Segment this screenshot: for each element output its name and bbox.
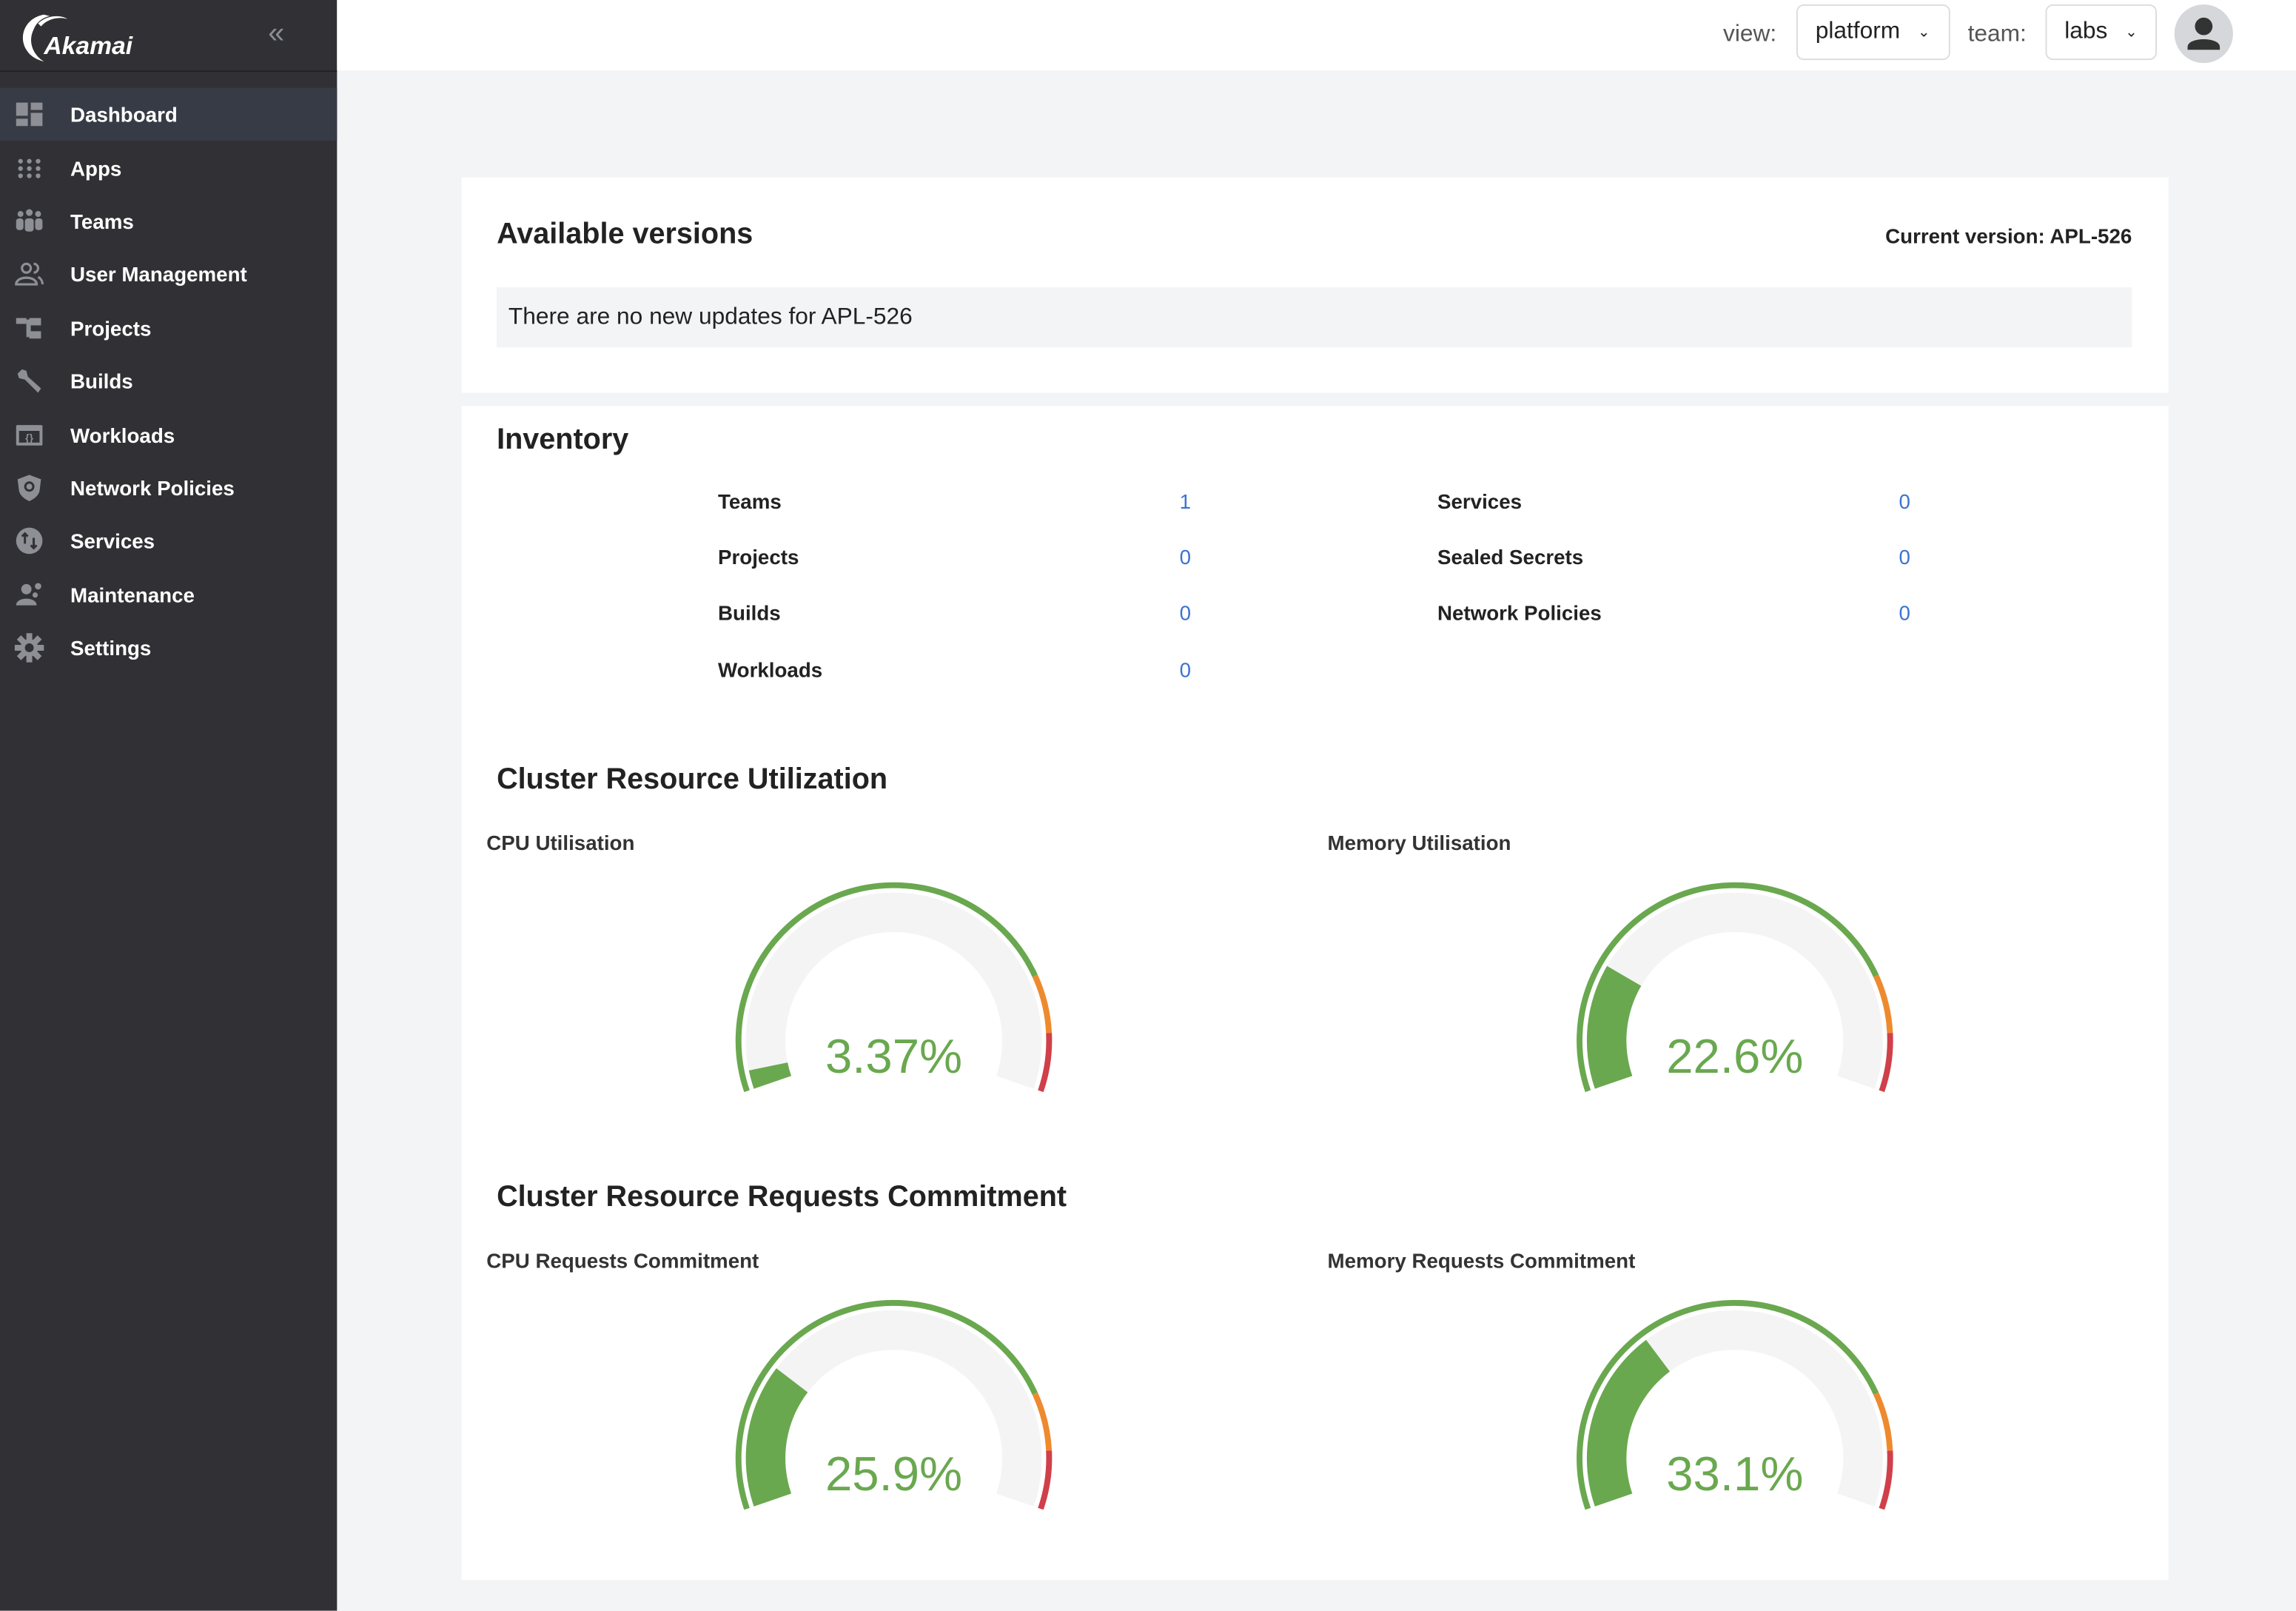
sidebar-item-label: Builds [70, 369, 133, 393]
services-icon [16, 528, 43, 555]
sidebar-item-label: User Management [70, 263, 247, 287]
maintenance-icon [16, 582, 41, 605]
inventory-count-link[interactable]: 0 [1899, 601, 1910, 625]
inventory-count-link[interactable]: 0 [1899, 489, 1910, 513]
wrench-icon [17, 369, 41, 393]
utilization-title: Cluster Resource Utilization [497, 763, 888, 796]
inventory-label: Workloads [718, 657, 823, 682]
sidebar: Akamai « Dashboard Apps Teams User Manageme… [0, 0, 338, 1611]
teams-icon [16, 209, 43, 232]
inventory-title: Inventory [497, 423, 629, 456]
current-version: Current version: APL-526 [1885, 224, 2132, 248]
inventory-card: Inventory Cluster Resource Utilization C… [461, 406, 2169, 1581]
inventory-label: Teams [718, 489, 782, 513]
gauge-threshold-red [1879, 1450, 1893, 1510]
sidebar-item-network-policies[interactable]: Network Policies [0, 461, 337, 515]
sidebar-item-label: Maintenance [70, 583, 195, 606]
inventory-label: Projects [718, 545, 799, 569]
commitment-title: Cluster Resource Requests Commitment [497, 1181, 1067, 1214]
inventory-count-link[interactable]: 1 [1180, 489, 1191, 513]
inventory-label: Builds [718, 600, 781, 625]
akamai-logo[interactable]: Akamai [18, 9, 150, 64]
gauge-value-fill [1586, 1339, 1671, 1507]
sidebar-item-workloads[interactable]: {} Workloads [0, 408, 337, 461]
sidebar-item-apps[interactable]: Apps [0, 141, 337, 195]
inventory-count-link[interactable]: 0 [1180, 545, 1191, 569]
view-value: platform [1815, 19, 1901, 44]
cpu-commitment-label: CPU Requests Commitment [486, 1248, 759, 1273]
gauge-threshold-red [1038, 1033, 1053, 1093]
sidebar-item-settings[interactable]: Settings [0, 621, 337, 674]
svg-text:{}: {} [25, 431, 33, 443]
gauge-value-fill [1586, 965, 1642, 1089]
sidebar-nav: Dashboard Apps Teams User Management Project… [0, 87, 338, 674]
update-message: There are no new updates for APL-526 [497, 287, 2132, 348]
view-label: view: [1723, 21, 1777, 47]
sidebar-item-label: Network Policies [70, 476, 235, 500]
memory-utilisation-label: Memory Utilisation [1327, 831, 1511, 855]
sidebar-item-user-management[interactable]: User Management [0, 248, 337, 301]
workloads-icon: {} [16, 424, 43, 445]
sidebar-item-label: Workloads [70, 423, 175, 446]
sidebar-item-label: Services [70, 529, 155, 553]
versions-title: Available versions [497, 218, 753, 251]
top-bar: view: platform ⌄ team: labs ⌄ [337, 0, 2296, 71]
inventory-label: Network Policies [1437, 600, 1602, 625]
users-icon [15, 263, 44, 287]
inventory-label: Sealed Secrets [1437, 545, 1584, 569]
chevron-down-icon: ⌄ [1917, 24, 1930, 41]
team-label: team: [1967, 21, 2027, 47]
gauge-value-text: 3.37% [825, 1029, 962, 1083]
gear-icon [14, 633, 44, 663]
sidebar-item-teams[interactable]: Teams [0, 195, 337, 248]
apps-grid-icon [18, 158, 41, 178]
versions-card: Available versions Current version: APL-… [461, 177, 2169, 393]
team-select[interactable]: labs ⌄ [2045, 4, 2157, 61]
gauge-value-text: 22.6% [1666, 1029, 1803, 1083]
sidebar-item-dashboard[interactable]: Dashboard [0, 87, 338, 141]
sidebar-item-label: Settings [70, 636, 152, 660]
user-icon [2187, 17, 2221, 50]
gauge-value-text: 25.9% [825, 1447, 962, 1501]
sidebar-item-label: Projects [70, 316, 152, 340]
team-value: labs [2064, 19, 2108, 44]
dashboard-icon [16, 102, 43, 127]
inventory-count-link[interactable]: 0 [1899, 545, 1910, 569]
projects-icon [16, 318, 41, 338]
memory-utilisation-gauge: 22.6% [1577, 882, 1893, 1093]
inventory-count-link[interactable]: 0 [1180, 601, 1191, 625]
gauge-threshold-red [1879, 1033, 1893, 1093]
inventory-count-link[interactable]: 0 [1180, 658, 1191, 682]
collapse-sidebar-icon[interactable]: « [268, 18, 284, 52]
divider [0, 70, 338, 73]
sidebar-item-builds[interactable]: Builds [0, 355, 337, 408]
gauge-threshold-red [1038, 1450, 1053, 1510]
view-select[interactable]: platform ⌄ [1796, 4, 1950, 61]
cpu-utilisation-label: CPU Utilisation [486, 831, 635, 855]
memory-commitment-gauge: 33.1% [1577, 1299, 1893, 1510]
sidebar-item-projects[interactable]: Projects [0, 301, 337, 355]
cpu-commitment-gauge: 25.9% [735, 1299, 1053, 1510]
sidebar-item-maintenance[interactable]: Maintenance [0, 568, 337, 621]
sidebar-item-label: Dashboard [70, 102, 178, 127]
svg-text:Akamai: Akamai [43, 33, 132, 60]
inventory-label: Services [1437, 489, 1523, 513]
cpu-utilisation-gauge: 3.37% [735, 882, 1053, 1093]
gauge-value-text: 33.1% [1666, 1447, 1803, 1501]
chevron-down-icon: ⌄ [2125, 24, 2138, 41]
shield-icon [17, 475, 41, 501]
sidebar-item-services[interactable]: Services [0, 515, 337, 568]
memory-commitment-label: Memory Requests Commitment [1327, 1248, 1636, 1273]
avatar[interactable] [2174, 4, 2233, 64]
sidebar-item-label: Apps [70, 155, 122, 180]
sidebar-item-label: Teams [70, 210, 134, 233]
